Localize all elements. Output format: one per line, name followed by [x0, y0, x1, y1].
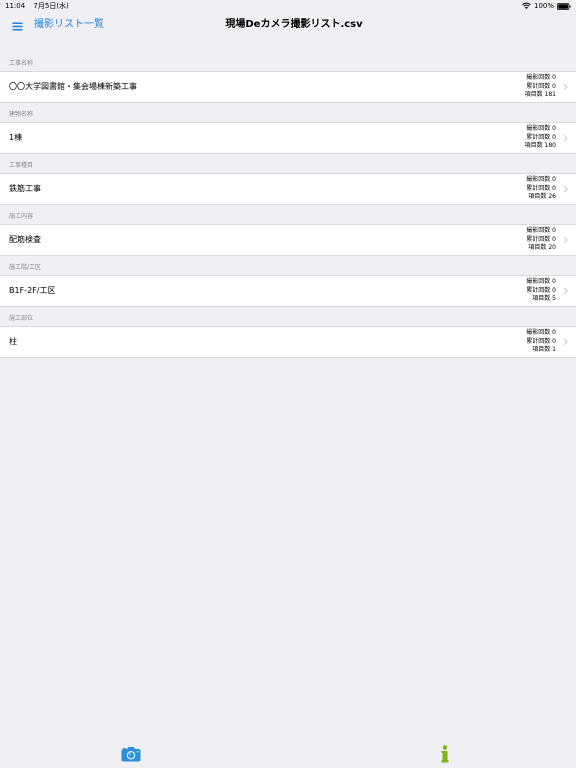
row-building-name[interactable]: 1棟 撮影回数 0 累計回数 0 項目数 180 [0, 122, 576, 154]
stat-total: 0 [552, 133, 556, 141]
wifi-icon [522, 2, 531, 9]
page-title: 現場Deカメラ撮影リスト.csv [225, 19, 363, 30]
stat-items: 20 [548, 244, 556, 251]
stat-label-total: 累計回数 [526, 337, 551, 345]
row-stats: 撮影回数 0 累計回数 0 項目数 180 [525, 125, 556, 151]
status-bar: 11:04 7月5日(水) 100% [0, 0, 576, 12]
row-value: 柱 [9, 337, 17, 346]
row-value: 配筋検査 [9, 235, 41, 244]
row-work-part[interactable]: 柱 撮影回数 0 累計回数 0 項目数 1 [0, 326, 576, 358]
navigation-bar: 撮影リスト一覧 現場Deカメラ撮影リスト.csv [0, 12, 576, 44]
row-value: 鉄筋工事 [9, 184, 41, 193]
stat-shots: 0 [552, 74, 556, 81]
stat-label-total: 累計回数 [526, 82, 551, 90]
stat-shots: 0 [552, 176, 556, 183]
info-icon[interactable] [441, 745, 449, 763]
screen: 11:04 7月5日(水) 100% 撮影リスト一覧 現場Deカメラ撮影リスト.… [0, 0, 576, 768]
camera-icon[interactable] [121, 746, 141, 762]
chevron-right-icon [563, 287, 568, 295]
section-header-construction-name: 工事名称 [9, 60, 34, 67]
stat-label-shots: 撮影回数 [526, 176, 551, 183]
row-work-type[interactable]: 鉄筋工事 撮影回数 0 累計回数 0 項目数 26 [0, 173, 576, 205]
stat-total: 0 [552, 82, 556, 90]
stat-label-total: 累計回数 [526, 133, 551, 141]
bottom-toolbar [0, 740, 576, 768]
stat-label-total: 累計回数 [526, 235, 551, 243]
row-construction-name[interactable]: 〇〇大学図書館・集会場棟新築工事 撮影回数 0 累計回数 0 項目数 181 [0, 71, 576, 103]
section-header-work-content: 施工内容 [9, 213, 34, 220]
settings-list: 工事名称 〇〇大学図書館・集会場棟新築工事 撮影回数 0 累計回数 0 項目数 … [0, 52, 576, 358]
stat-label-items: 項目数 [524, 142, 543, 149]
stat-label-items: 項目数 [524, 91, 543, 98]
stat-label-items: 項目数 [532, 346, 551, 353]
stat-label-total: 累計回数 [526, 184, 551, 192]
status-date: 7月5日(水) [33, 2, 69, 10]
stat-label-shots: 撮影回数 [526, 125, 551, 132]
section-header-work-part: 施工部位 [9, 315, 34, 322]
section-header-floor-zone: 施工階/工区 [9, 264, 42, 271]
row-work-content[interactable]: 配筋検査 撮影回数 0 累計回数 0 項目数 20 [0, 224, 576, 256]
row-stats: 撮影回数 0 累計回数 0 項目数 20 [526, 227, 556, 253]
stat-items: 180 [544, 142, 556, 149]
stat-shots: 0 [552, 278, 556, 285]
chevron-right-icon [563, 185, 568, 193]
stat-total: 0 [552, 235, 556, 243]
chevron-right-icon [563, 236, 568, 244]
stat-items: 5 [552, 295, 556, 302]
status-right: 100% [522, 0, 571, 12]
row-value: B1F-2F/工区 [9, 286, 56, 295]
stat-label-total: 累計回数 [526, 286, 551, 294]
row-value: 1棟 [9, 133, 23, 142]
stat-total: 0 [552, 337, 556, 345]
row-stats: 撮影回数 0 累計回数 0 項目数 1 [526, 329, 556, 355]
chevron-right-icon [563, 134, 568, 142]
row-stats: 撮影回数 0 累計回数 0 項目数 26 [526, 176, 556, 202]
status-left: 11:04 7月5日(水) [5, 0, 69, 12]
stat-label-shots: 撮影回数 [526, 278, 551, 285]
stat-shots: 0 [552, 329, 556, 336]
stat-label-items: 項目数 [532, 295, 551, 302]
chevron-right-icon [563, 83, 568, 91]
stat-label-shots: 撮影回数 [526, 329, 551, 336]
stat-items: 26 [548, 193, 556, 200]
status-time: 11:04 [5, 2, 26, 10]
section-header-work-type: 工事種目 [9, 162, 34, 169]
stat-shots: 0 [552, 227, 556, 234]
stat-label-items: 項目数 [528, 244, 547, 251]
battery-percent: 100% [533, 2, 554, 10]
stat-total: 0 [552, 286, 556, 294]
stat-total: 0 [552, 184, 556, 192]
stat-label-shots: 撮影回数 [526, 74, 551, 81]
row-floor-zone[interactable]: B1F-2F/工区 撮影回数 0 累計回数 0 項目数 5 [0, 275, 576, 307]
row-stats: 撮影回数 0 累計回数 0 項目数 5 [526, 278, 556, 304]
row-stats: 撮影回数 0 累計回数 0 項目数 181 [525, 74, 556, 100]
stat-label-shots: 撮影回数 [526, 227, 551, 234]
stat-items: 181 [544, 91, 556, 98]
stat-shots: 0 [552, 125, 556, 132]
section-header-building-name: 建物名称 [9, 111, 34, 118]
chevron-right-icon [563, 338, 568, 346]
stat-label-items: 項目数 [528, 193, 547, 200]
battery-icon [557, 2, 571, 10]
stat-items: 1 [552, 346, 556, 353]
row-value: 〇〇大学図書館・集会場棟新築工事 [9, 82, 137, 91]
